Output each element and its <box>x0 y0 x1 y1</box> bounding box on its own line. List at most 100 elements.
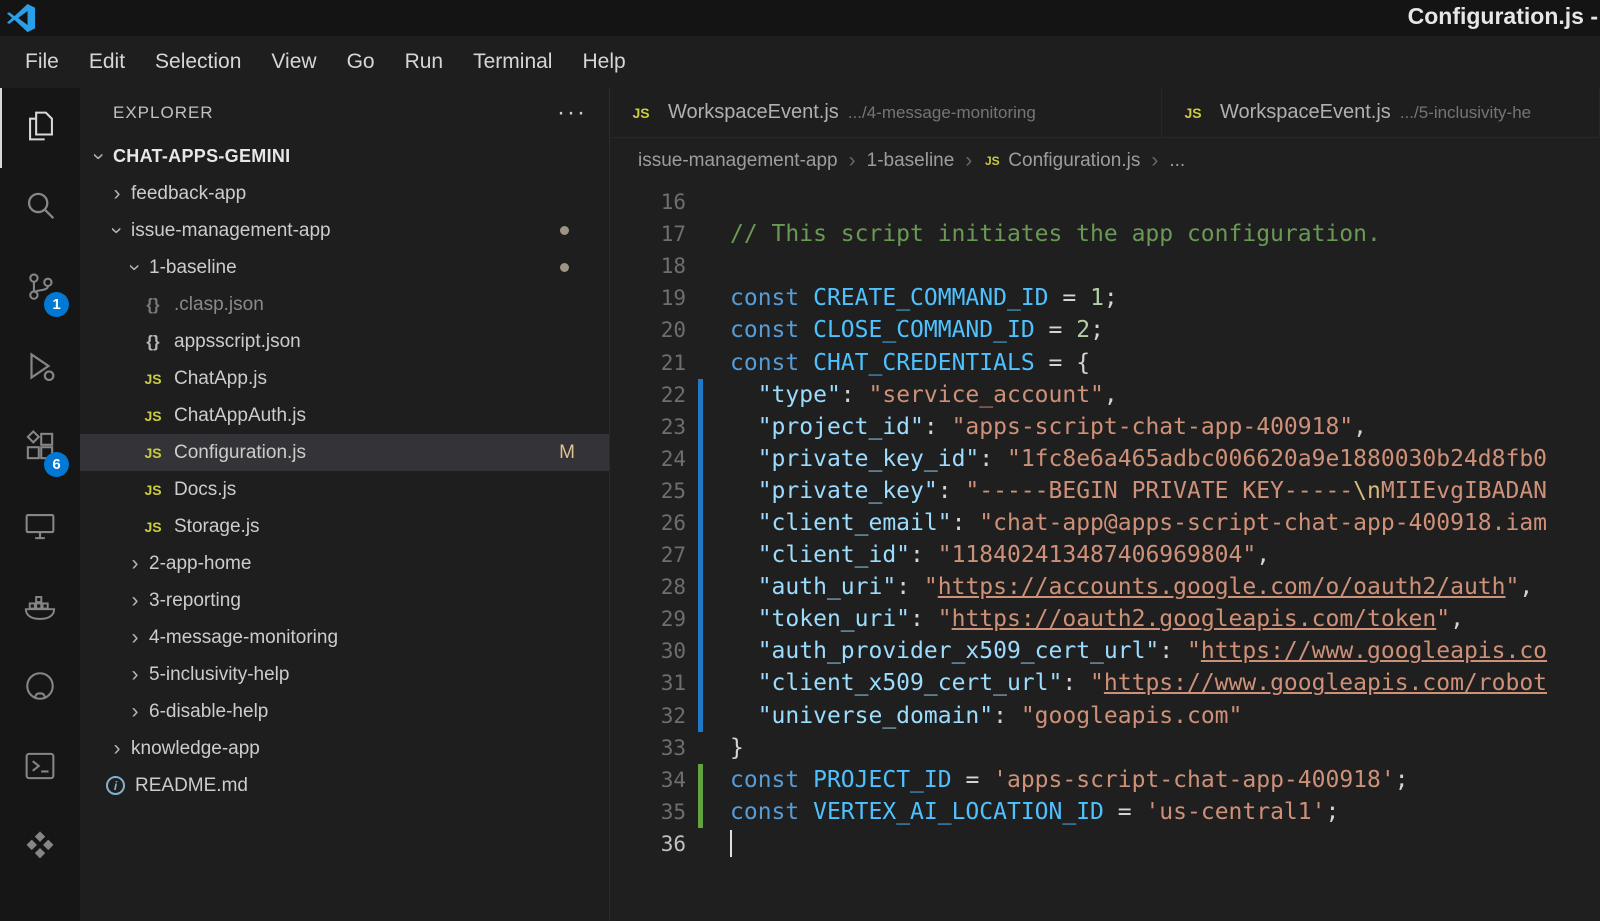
activity-github[interactable] <box>0 648 80 728</box>
git-modified-dot <box>560 226 569 235</box>
line-text: } <box>703 735 744 761</box>
breadcrumb: issue-management-app›1-baseline›JSConfig… <box>610 138 1600 184</box>
chevron-down-icon: › <box>107 220 128 242</box>
activity-bar: 16 <box>0 88 80 921</box>
tree-item-chatappauth-js[interactable]: JSChatAppAuth.js <box>80 397 609 434</box>
menu-view[interactable]: View <box>256 43 331 81</box>
code-line-31[interactable]: 31 "client_x509_cert_url": "https://www.… <box>610 667 1600 699</box>
activity-explorer[interactable] <box>0 88 80 168</box>
activity-azure[interactable] <box>0 808 80 888</box>
menu-file[interactable]: File <box>10 43 74 81</box>
tree-item-label: appsscript.json <box>174 331 301 353</box>
line-text: "project_id": "apps-script-chat-app-4009… <box>703 414 1367 440</box>
activity-extensions[interactable]: 6 <box>0 408 80 488</box>
activity-badge: 6 <box>44 452 69 477</box>
line-text: "client_id": "118402413487406969804", <box>703 542 1270 568</box>
breadcrumb-item-[interactable]: ... <box>1169 150 1185 172</box>
chevron-right-icon: › <box>124 627 146 648</box>
code-line-21[interactable]: 21 const CHAT_CREDENTIALS = { <box>610 346 1600 378</box>
code-line-20[interactable]: 20const CLOSE_COMMAND_ID = 2; <box>610 314 1600 346</box>
code-line-28[interactable]: 28 "auth_uri": "https://accounts.google.… <box>610 571 1600 603</box>
code-line-25[interactable]: 25 "private_key": "-----BEGIN PRIVATE KE… <box>610 475 1600 507</box>
tree-item-label: 1-baseline <box>149 257 237 279</box>
tree-item-clasp-json[interactable]: {}.clasp.json <box>80 286 609 323</box>
activity-remote-explorer[interactable] <box>0 488 80 568</box>
tree-item-4-message-monitoring[interactable]: ›4-message-monitoring <box>80 619 609 656</box>
tree-item-readme-md[interactable]: iREADME.md <box>80 767 609 804</box>
tree-item-5-inclusivity-help[interactable]: ›5-inclusivity-help <box>80 656 609 693</box>
tab-workspaceevent-js-1[interactable]: JSWorkspaceEvent.js.../4-message-monitor… <box>610 88 1162 137</box>
code-line-30[interactable]: 30 "auth_provider_x509_cert_url": "https… <box>610 635 1600 667</box>
menu-terminal[interactable]: Terminal <box>458 43 567 81</box>
line-text: const CHAT_CREDENTIALS = { <box>703 350 1090 376</box>
breadcrumb-item-1-baseline[interactable]: 1-baseline <box>867 150 955 172</box>
gutter-marker <box>698 250 703 282</box>
line-number: 18 <box>610 254 686 278</box>
activity-search[interactable] <box>0 168 80 248</box>
tree-item-storage-js[interactable]: JSStorage.js <box>80 508 609 545</box>
github-icon <box>23 669 57 708</box>
activity-source-control[interactable]: 1 <box>0 248 80 328</box>
tree-item-label: feedback-app <box>131 183 246 205</box>
tree-item-appsscript-json[interactable]: {} appsscript.json <box>80 323 609 360</box>
breadcrumb-item-issue-management-app[interactable]: issue-management-app <box>638 150 838 172</box>
tab-workspaceevent-js-2[interactable]: JSWorkspaceEvent.js.../5-inclusivity-he <box>1162 88 1600 137</box>
tree-item-issue-management-app[interactable]: ›issue-management-app <box>80 212 609 249</box>
text-cursor <box>730 830 732 857</box>
tree-item-1-baseline[interactable]: ›1-baseline <box>80 249 609 286</box>
code-line-27[interactable]: 27 "client_id": "118402413487406969804", <box>610 539 1600 571</box>
tree-item-configuration-js[interactable]: JSConfiguration.jsM <box>80 434 609 471</box>
line-text: "auth_uri": "https://accounts.google.com… <box>703 574 1533 600</box>
code-line-34[interactable]: 34const PROJECT_ID = 'apps-script-chat-a… <box>610 764 1600 796</box>
code-line-36[interactable]: 36 <box>610 828 1600 860</box>
line-number: 20 <box>610 318 686 342</box>
tree-item-6-disable-help[interactable]: ›6-disable-help <box>80 693 609 730</box>
tree-item-chatapp-js[interactable]: JSChatApp.js <box>80 360 609 397</box>
activity-docker[interactable] <box>0 568 80 648</box>
code-line-35[interactable]: 35const VERTEX_AI_LOCATION_ID = 'us-cent… <box>610 796 1600 828</box>
tree-item-knowledge-app[interactable]: ›knowledge-app <box>80 730 609 767</box>
more-actions-icon[interactable]: ··· <box>557 108 587 118</box>
code-line-22[interactable]: 22 "type": "service_account", <box>610 379 1600 411</box>
line-number: 22 <box>610 383 686 407</box>
menu-edit[interactable]: Edit <box>74 43 140 81</box>
code-line-16[interactable]: 16 <box>610 186 1600 218</box>
info-file-icon: i <box>106 776 125 795</box>
line-number: 21 <box>610 351 686 375</box>
menu-help[interactable]: Help <box>567 43 640 81</box>
chevron-right-icon: › <box>106 183 128 204</box>
activity-badge: 1 <box>44 292 69 317</box>
tree-item-3-reporting[interactable]: ›3-reporting <box>80 582 609 619</box>
code-line-17[interactable]: 17// This script initiates the app confi… <box>610 218 1600 250</box>
code-line-19[interactable]: 19const CREATE_COMMAND_ID = 1; <box>610 282 1600 314</box>
chevron-right-icon: › <box>106 738 128 759</box>
menu-run[interactable]: Run <box>390 43 459 81</box>
breadcrumb-label: ... <box>1169 150 1185 172</box>
activity-run-debug[interactable] <box>0 328 80 408</box>
json-file-icon: {} <box>142 332 164 352</box>
tree-item-2-app-home[interactable]: ›2-app-home <box>80 545 609 582</box>
line-text: "token_uri": "https://oauth2.googleapis.… <box>703 606 1464 632</box>
breadcrumb-label: 1-baseline <box>867 150 955 172</box>
code-line-29[interactable]: 29 "token_uri": "https://oauth2.googleap… <box>610 603 1600 635</box>
menu-go[interactable]: Go <box>332 43 390 81</box>
tree-item-chat-apps-gemini[interactable]: ›CHAT-APPS-GEMINI <box>80 138 609 175</box>
code-line-23[interactable]: 23 "project_id": "apps-script-chat-app-4… <box>610 411 1600 443</box>
menu-selection[interactable]: Selection <box>140 43 256 81</box>
activity-console[interactable] <box>0 728 80 808</box>
tree-item-feedback-app[interactable]: ›feedback-app <box>80 175 609 212</box>
code-line-24[interactable]: 24 "private_key_id": "1fc8e6a465adbc0066… <box>610 443 1600 475</box>
azure-icon <box>23 829 57 868</box>
line-number: 36 <box>610 832 686 856</box>
tree-item-docs-js[interactable]: JSDocs.js <box>80 471 609 508</box>
code-line-32[interactable]: 32 "universe_domain": "googleapis.com" <box>610 700 1600 732</box>
breadcrumb-item-configuration-js[interactable]: JSConfiguration.js <box>983 150 1140 172</box>
line-text: "client_x509_cert_url": "https://www.goo… <box>703 670 1547 696</box>
js-file-icon: JS <box>983 154 1001 168</box>
code-line-33[interactable]: 33} <box>610 732 1600 764</box>
code-line-18[interactable]: 18 <box>610 250 1600 282</box>
line-number: 26 <box>610 511 686 535</box>
code-line-26[interactable]: 26 "client_email": "chat-app@apps-script… <box>610 507 1600 539</box>
run-debug-icon <box>23 349 57 388</box>
code-area[interactable]: 1617// This script initiates the app con… <box>610 184 1600 921</box>
